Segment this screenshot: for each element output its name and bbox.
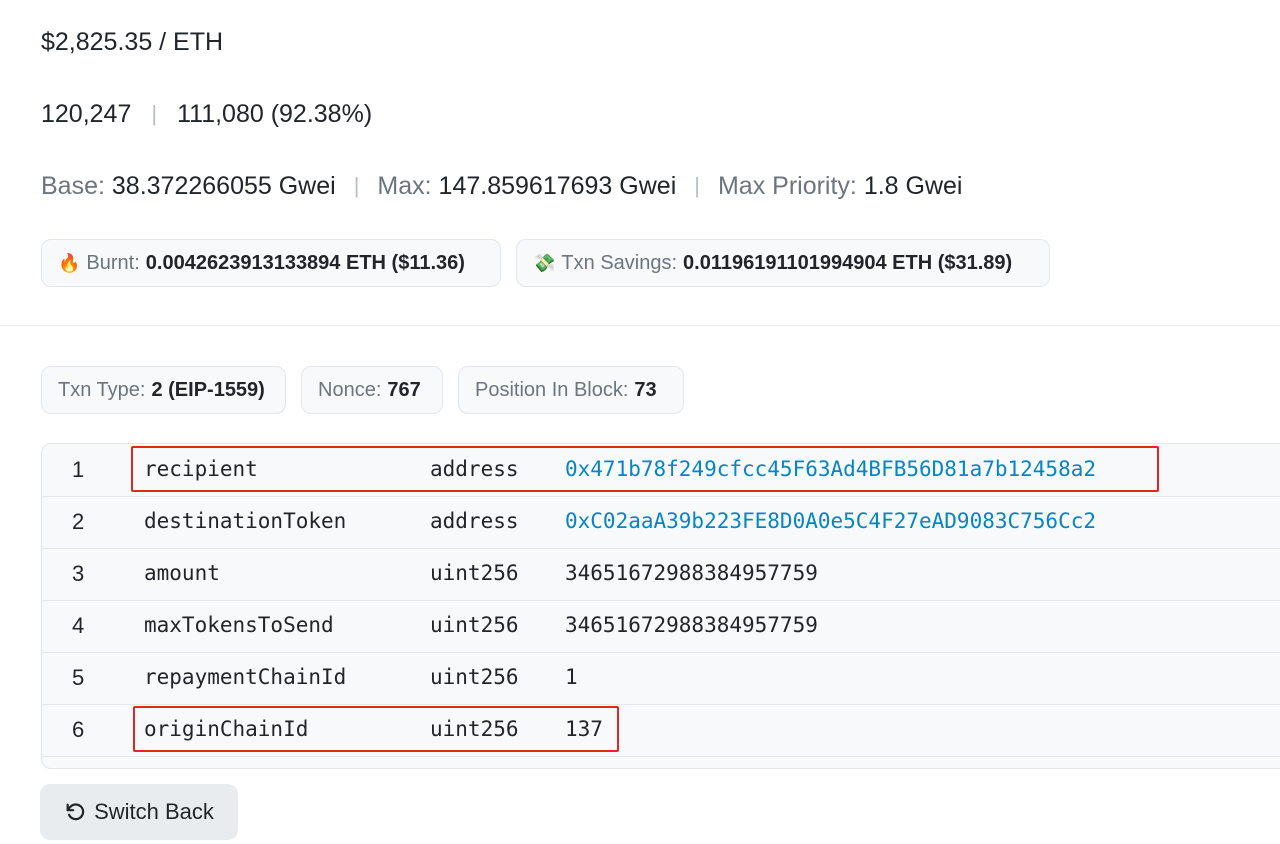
txn-type-value: 2 (EIP-1559) <box>151 378 265 401</box>
undo-icon <box>66 803 85 821</box>
param-name: originChainId <box>144 717 309 741</box>
gas-used: 111,080 (92.38%) <box>177 100 373 128</box>
separator: | <box>694 173 700 198</box>
param-index: 4 <box>72 613 85 638</box>
param-index: 6 <box>72 717 85 742</box>
param-index: 5 <box>72 665 85 690</box>
param-name: recipient <box>144 457 258 481</box>
param-type: uint256 <box>430 665 519 689</box>
nonce-value: 767 <box>387 378 421 401</box>
param-row-recipient: 1 recipient address 0x471b78f249cfcc45F6… <box>42 444 1280 497</box>
param-name: destinationToken <box>144 509 347 533</box>
position-label: Position In Block: <box>475 378 629 401</box>
param-index: 3 <box>72 561 85 586</box>
param-type: uint256 <box>430 717 519 741</box>
param-value: 34651672988384957759 <box>565 561 818 585</box>
money-with-wings-icon: 💸 <box>533 252 556 273</box>
txn-type-label: Txn Type: <box>58 378 146 401</box>
position-in-block-badge: Position In Block: 73 <box>458 366 684 414</box>
param-index: 1 <box>72 457 85 482</box>
max-priority-label: Max Priority: <box>717 172 857 200</box>
param-index: 2 <box>72 509 85 534</box>
txn-savings-label: Txn Savings: <box>561 251 678 274</box>
base-fee-value: 38.372266055 Gwei <box>111 172 336 200</box>
max-priority-value: 1.8 Gwei <box>863 172 963 200</box>
param-row-destination-token: 2 destinationToken address 0xC02aaA39b22… <box>42 496 1280 549</box>
param-value-link[interactable]: 0x471b78f249cfcc45F63Ad4BFB56D81a7b12458… <box>565 444 1096 495</box>
param-type: uint256 <box>430 613 519 637</box>
gas-fees: Base: 38.372266055 Gwei | Max: 147.8596176… <box>41 171 963 202</box>
param-value: 1 <box>565 665 578 689</box>
nonce-label: Nonce: <box>318 378 382 401</box>
param-name: repaymentChainId <box>144 665 347 689</box>
param-value: 137 <box>565 717 603 741</box>
param-name: maxTokensToSend <box>144 613 334 637</box>
max-fee-value: 147.859617693 Gwei <box>438 172 677 200</box>
param-type: uint256 <box>430 561 519 585</box>
txn-savings-value: 0.01196191101994904 ETH ($31.89) <box>683 251 1013 274</box>
switch-back-button[interactable]: Switch Back <box>40 784 238 840</box>
eth-price: $2,825.35 / ETH <box>41 28 224 56</box>
base-fee-label: Base: <box>41 172 105 200</box>
param-row-amount: 3 amount uint256 34651672988384957759 <box>42 548 1280 601</box>
separator: | <box>151 101 158 126</box>
param-type: address <box>430 457 519 481</box>
param-row-origin-chain-id: 6 originChainId uint256 137 <box>42 704 1280 757</box>
param-type: address <box>430 509 519 533</box>
fire-icon: 🔥 <box>58 252 81 273</box>
param-value: 34651672988384957759 <box>565 613 818 637</box>
transaction-details-page: $2,825.35 / ETH 120,247 | 111,080 (92.38%)… <box>0 0 1280 844</box>
txn-type-badge: Txn Type: 2 (EIP-1559) <box>41 366 286 414</box>
position-value: 73 <box>634 378 657 401</box>
max-fee-label: Max: <box>377 172 432 200</box>
burnt-label: Burnt: <box>86 251 140 274</box>
param-row-repayment-chain-id: 5 repaymentChainId uint256 1 <box>42 652 1280 705</box>
burnt-badge: 🔥 Burnt: 0.0042623913133894 ETH ($11.36) <box>41 239 501 287</box>
decoded-input-params-table: 1 recipient address 0x471b78f249cfcc45F6… <box>41 443 1280 769</box>
burnt-value: 0.0042623913133894 ETH ($11.36) <box>145 251 465 274</box>
section-divider <box>0 325 1280 326</box>
gas-limit: 120,247 <box>41 100 132 128</box>
txn-savings-badge: 💸 Txn Savings: 0.01196191101994904 ETH (… <box>516 239 1050 287</box>
param-name: amount <box>144 561 220 585</box>
switch-back-label: Switch Back <box>94 799 214 824</box>
param-value-link[interactable]: 0xC02aaA39b223FE8D0A0e5C4F27eAD9083C756C… <box>565 496 1096 547</box>
gas-limit-usage: 120,247 | 111,080 (92.38%) <box>41 99 372 130</box>
separator: | <box>353 173 360 198</box>
param-row-max-tokens-to-send: 4 maxTokensToSend uint256 34651672988384… <box>42 600 1280 653</box>
nonce-badge: Nonce: 767 <box>301 366 443 414</box>
